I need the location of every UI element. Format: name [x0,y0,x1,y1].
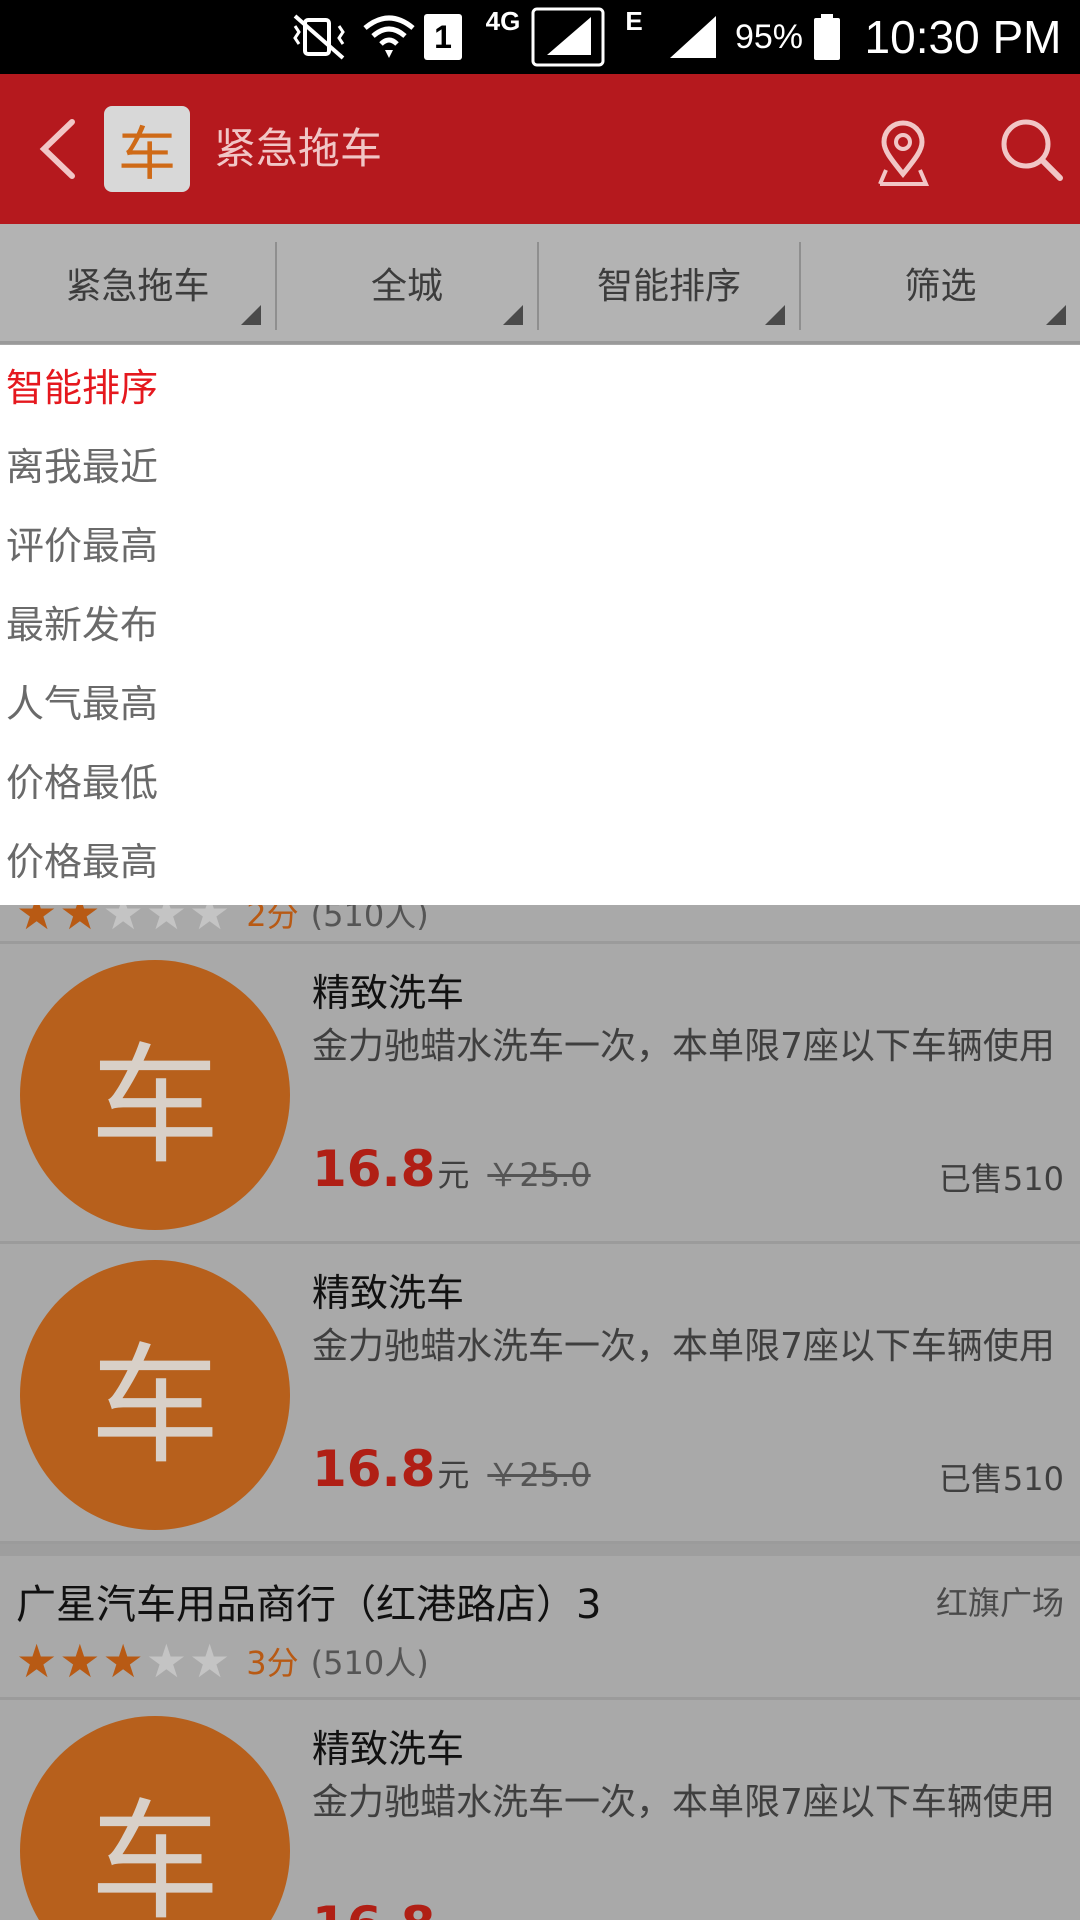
thumbnail-char: 车 [89,1786,220,1920]
star-icon: ★ [59,1634,101,1688]
deal-thumbnail: 车 [20,1716,290,1920]
thumbnail-char: 车 [89,1330,220,1482]
deal-price: 16.8 元 ￥25.0 [312,1440,591,1498]
dropdown-triangle-icon [765,305,785,325]
sort-dropdown: 智能排序 离我最近 评价最高 最新发布 人气最高 价格最低 价格最高 [0,345,1080,905]
page-title: 紧急拖车 [214,124,383,173]
rating-count: (510人) [310,1644,429,1682]
filter-category-label: 紧急拖车 [65,265,210,307]
filter-area-label: 全城 [370,265,443,307]
sort-option[interactable]: 评价最高 [6,503,158,582]
cell-signal-icon [530,0,606,74]
sort-option[interactable]: 智能排序 [6,345,158,424]
wifi-icon [356,0,422,74]
deal-description: 金力驰蜡水洗车一次，本单限7座以下车辆使用 [312,1326,1055,1367]
sort-option[interactable]: 价格最高 [6,819,158,898]
price-value: 16.8 [312,1140,436,1198]
rating-score: 3分 [246,1644,299,1682]
filter-sort-label: 智能排序 [596,265,741,307]
price-unit: 元 [437,1456,470,1494]
price-unit: 元 [437,1156,470,1194]
cell-signal-icon-2 [664,0,724,74]
network-4g-label: 4G [485,6,521,36]
dropdown-triangle-icon [503,305,523,325]
battery-percent: 95% [734,17,804,56]
deal-description: 金力驰蜡水洗车一次，本单限7座以下车辆使用 [312,1782,1055,1823]
deal-card[interactable]: 车 精致洗车 金力驰蜡水洗车一次，本单限7座以下车辆使用 16.8 元 ￥25.… [0,944,1080,1244]
dropdown-triangle-icon [241,305,261,325]
star-icon: ★ [145,1634,187,1688]
filter-sort[interactable]: 智能排序 [539,224,799,341]
thumbnail-char: 车 [89,1030,220,1182]
location-pin-icon [878,120,930,186]
logo-char: 车 [117,120,176,188]
deal-thumbnail: 车 [20,1260,290,1530]
network-e-label: E [625,6,643,36]
dropdown-triangle-icon [1046,305,1066,325]
original-price: ￥25.0 [487,1156,591,1194]
clock: 10:30 PM [864,11,1062,63]
location-button[interactable] [868,118,938,188]
shop-name: 广星汽车用品商行（红港路店）3 [16,1582,602,1628]
app-logo: 车 [104,106,190,192]
sort-option[interactable]: 人气最高 [6,661,158,740]
deal-price: 16.8 元 ￥25.0 [312,1140,591,1198]
deal-card[interactable]: 车 精致洗车 金力驰蜡水洗车一次，本单限7座以下车辆使用 16.8 [0,1700,1080,1920]
sort-option[interactable]: 离我最近 [6,424,158,503]
back-button[interactable] [30,114,90,184]
deal-card[interactable]: 车 精致洗车 金力驰蜡水洗车一次，本单限7座以下车辆使用 16.8 元 ￥25.… [0,1244,1080,1544]
deal-description: 金力驰蜡水洗车一次，本单限7座以下车辆使用 [312,1026,1055,1067]
sim-icon: 1 [422,0,464,74]
shop-header[interactable]: 广星汽车用品商行（红港路店）3 红旗广场 ★ ★ ★ ★ ★ 3分 (510人) [0,1544,1080,1700]
search-icon [1001,119,1063,181]
status-bar: 1 4G E 95% 10:30 PM [0,0,1080,74]
chevron-left-icon [39,119,75,179]
deal-title: 精致洗车 [312,1271,465,1315]
deal-price: 16.8 [312,1896,435,1920]
vibrate-icon [282,0,356,74]
price-value: 16.8 [312,1896,435,1920]
filter-bar: 紧急拖车 全城 智能排序 筛选 [0,224,1080,344]
star-icon: ★ [16,1634,58,1688]
filter-category[interactable]: 紧急拖车 [0,224,275,341]
price-value: 16.8 [312,1440,436,1498]
star-icon: ★ [189,1634,231,1688]
star-icon: ★ [102,1634,144,1688]
rating: ★ ★ ★ ★ ★ 3分 (510人) [16,1638,429,1684]
original-price: ￥25.0 [487,1456,591,1494]
app-bar: 车 紧急拖车 [0,74,1080,224]
sort-option[interactable]: 价格最低 [6,740,158,819]
shop-area: 红旗广场 [935,1584,1064,1622]
search-button[interactable] [996,114,1066,184]
sold-count: 已售510 [938,1460,1064,1498]
filter-screen-label: 筛选 [904,265,977,307]
sort-option[interactable]: 最新发布 [6,582,158,661]
deal-title: 精致洗车 [312,971,465,1015]
filter-screen[interactable]: 筛选 [801,224,1080,341]
deal-thumbnail: 车 [20,960,290,1230]
filter-area[interactable]: 全城 [277,224,537,341]
sold-count: 已售510 [938,1160,1064,1198]
battery-icon [810,0,844,74]
deal-title: 精致洗车 [312,1727,465,1771]
